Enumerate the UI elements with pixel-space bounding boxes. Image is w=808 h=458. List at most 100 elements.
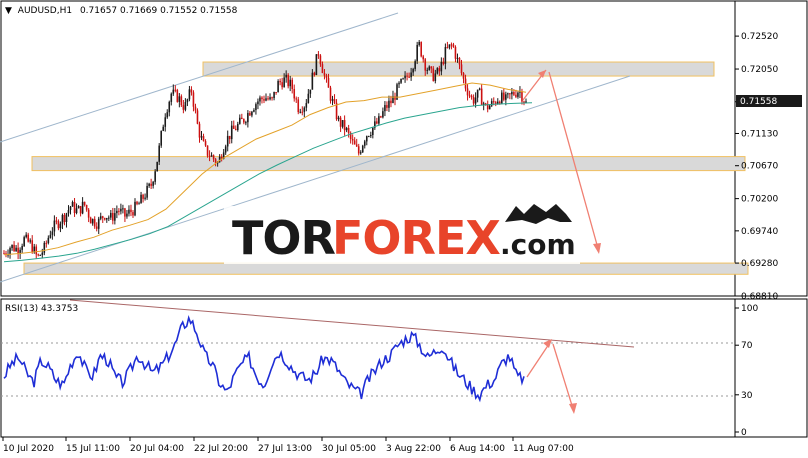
candle-body — [37, 254, 40, 256]
candle-body — [69, 206, 72, 210]
candle-body — [428, 66, 431, 70]
candle-body — [184, 102, 187, 110]
chart-menu-caret-icon: ▼ — [5, 6, 12, 16]
time-tick-label: 30 Jul 05:00 — [322, 444, 376, 454]
candle-body — [370, 135, 372, 137]
candle-body — [53, 220, 56, 232]
candle-body — [130, 209, 132, 213]
candle-body — [263, 99, 265, 101]
candle-body — [390, 100, 392, 104]
candle-body — [345, 128, 348, 131]
candle-body — [164, 117, 167, 127]
candle-body — [283, 77, 285, 88]
candle-body — [156, 161, 158, 172]
candle-body — [105, 218, 108, 220]
candle-body — [388, 100, 390, 108]
candle-body — [424, 59, 427, 71]
candle-body — [208, 155, 211, 157]
symbol-timeframe: AUDUSD,H1 — [18, 6, 72, 16]
candle-body — [503, 92, 505, 100]
candle-body — [468, 95, 471, 97]
candle-body — [319, 55, 322, 65]
price-axis-ticks: 0.725200.720500.715830.711300.706700.702… — [735, 32, 778, 302]
candle-body — [253, 110, 255, 112]
candle-body — [83, 201, 86, 206]
watermark-logo: TOR FOREX .com — [224, 204, 580, 265]
time-tick-label: 11 Aug 07:00 — [513, 444, 574, 454]
candle-body — [174, 89, 177, 91]
candle-body — [386, 105, 388, 108]
price-zone — [202, 61, 715, 77]
candle-body — [372, 127, 374, 136]
candle-body — [91, 218, 94, 224]
candle-body — [204, 141, 207, 146]
candle-body — [436, 68, 439, 74]
current-price-label: 0.71558 — [740, 97, 777, 107]
candle-body — [458, 57, 461, 65]
candle-body — [317, 54, 320, 56]
candle-body — [261, 97, 263, 100]
candle-body — [490, 101, 493, 106]
candle-body — [323, 72, 326, 76]
candle-body — [116, 210, 118, 214]
candle-body — [95, 226, 98, 229]
candle-body — [307, 93, 310, 104]
candle-body — [450, 44, 453, 46]
candle-body — [410, 72, 412, 78]
price-zone — [31, 156, 746, 172]
candle-body — [357, 146, 360, 154]
rsi-tick-label: 0 — [741, 428, 747, 438]
candle-body — [438, 68, 441, 72]
candle-body — [61, 215, 64, 224]
candle-body — [112, 212, 114, 221]
candle-body — [168, 101, 171, 113]
candle-body — [63, 215, 66, 222]
candle-body — [190, 89, 193, 93]
candle-body — [432, 68, 435, 81]
candle-body — [17, 247, 19, 254]
candle-body — [134, 201, 136, 216]
candle-body — [196, 110, 199, 124]
candle-body — [507, 93, 509, 95]
candle-body — [23, 237, 25, 247]
candle-body — [347, 128, 350, 133]
candle-body — [126, 213, 128, 217]
time-tick-label: 3 Aug 22:00 — [386, 444, 441, 454]
candle-body — [41, 252, 44, 255]
candle-body — [108, 217, 110, 219]
candle-body — [228, 135, 231, 140]
candle-body — [194, 106, 197, 111]
rsi-header: RSI(13) 43.3753 — [5, 304, 78, 314]
candle-body — [245, 122, 247, 124]
candle-body — [172, 89, 175, 94]
candle-body — [51, 231, 54, 235]
candle-body — [333, 99, 336, 103]
candle-body — [315, 54, 318, 76]
candle-body — [331, 99, 334, 101]
candle-body — [136, 201, 138, 205]
time-tick-label: 10 Jul 2020 — [3, 444, 54, 454]
candle-body — [484, 103, 487, 105]
candle-body — [412, 68, 414, 73]
price-tick-label: 0.72520 — [741, 32, 778, 42]
candle-body — [59, 223, 62, 229]
candle-body — [232, 125, 235, 129]
candle-body — [279, 81, 281, 83]
candle-body — [138, 203, 140, 205]
candle-body — [460, 64, 463, 74]
candle-body — [277, 81, 279, 93]
candle-body — [224, 146, 227, 153]
candle-body — [440, 61, 443, 72]
candle-body — [291, 79, 294, 90]
candle-body — [101, 216, 104, 219]
candle-body — [382, 111, 384, 118]
candle-body — [378, 116, 380, 124]
candle-body — [301, 111, 304, 113]
candle-body — [122, 208, 124, 210]
chart-header: ▼ AUDUSD,H1 0.71657 0.71669 0.71552 0.71… — [5, 6, 238, 16]
candle-body — [259, 97, 261, 102]
candle-body — [430, 66, 433, 69]
candle-body — [114, 213, 116, 221]
candle-body — [416, 44, 418, 62]
candle-body — [464, 78, 467, 89]
